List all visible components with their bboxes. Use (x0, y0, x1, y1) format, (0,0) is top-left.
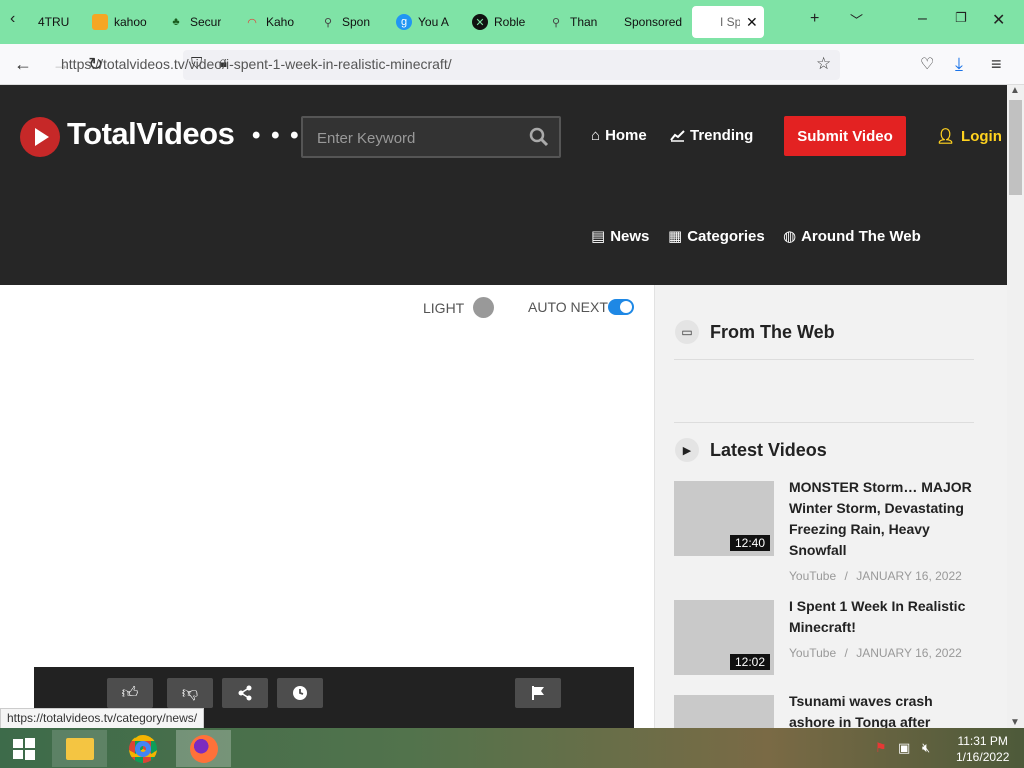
nav-news[interactable]: ▤ News (591, 227, 649, 246)
monitor-icon: ▭ (675, 320, 699, 344)
grid-icon: ▦ (668, 228, 683, 245)
video-meta: YouTube / JANUARY 16, 2022 (789, 569, 962, 583)
auto-next-label: AUTO NEXT (528, 299, 608, 315)
close-window-icon[interactable]: ✕ (992, 10, 1005, 30)
from-the-web-heading: From The Web (710, 322, 835, 342)
download-icon[interactable]: ⤓ (955, 54, 963, 75)
browser-tab[interactable]: ⚲ Spon (320, 6, 374, 38)
video-thumbnail[interactable] (674, 695, 774, 728)
xbox-icon: ✕ (472, 14, 488, 30)
nav-home[interactable]: ⌂ Home (591, 127, 647, 144)
firefox-taskbar-button[interactable] (176, 730, 231, 767)
trending-chart-icon (670, 130, 685, 142)
url-text[interactable]: https://totalvideos.tv/video/i-spent-1-w… (61, 56, 452, 72)
close-tab-icon[interactable]: ✕ (746, 14, 758, 31)
nav-categories[interactable]: ▦ Categories (668, 227, 765, 246)
browser-tab[interactable]: 4TRU (38, 6, 82, 38)
auto-next-toggle[interactable] (608, 299, 634, 315)
user-icon: 👤︎ (936, 128, 956, 145)
nav-trending[interactable]: Trending (670, 127, 753, 144)
chevron-down-icon[interactable]: ﹀ (850, 10, 863, 29)
browser-tab-active[interactable]: I Sp ✕ (692, 6, 764, 38)
restore-icon[interactable]: ❐ (955, 10, 967, 26)
browser-tab[interactable]: ♣ Secur (168, 6, 224, 38)
video-duration: 12:40 (730, 535, 771, 551)
firefox-icon (189, 734, 218, 763)
browser-tab[interactable]: kahoo (92, 6, 152, 38)
thumbs-up-icon: 👍︎ (121, 684, 139, 702)
security-icon: ♣ (172, 16, 180, 28)
kahoot-rainbow-icon: ◠ (247, 16, 257, 29)
like-button[interactable]: 👍︎ (107, 678, 153, 708)
kahoot-icon (92, 14, 108, 30)
light-toggle-label[interactable]: LIGHT (423, 300, 464, 316)
browser-tab[interactable]: ✕ Roble (472, 6, 528, 38)
more-dots-icon[interactable]: • • • (252, 122, 301, 150)
nav-around-the-web[interactable]: ◍ Around The Web (783, 227, 921, 246)
search-icon: ⚲ (323, 16, 333, 29)
divider (674, 359, 974, 360)
menu-icon[interactable]: ≡ (991, 54, 1002, 75)
latest-videos-heading: Latest Videos (710, 440, 827, 460)
play-logo-icon[interactable] (20, 117, 60, 157)
system-clock[interactable]: 11:31 PM 1/16/2022 (956, 733, 1009, 765)
pocket-icon[interactable]: ♡ (920, 54, 934, 74)
search-icon[interactable] (529, 127, 549, 147)
browser-tab-strip: ‹ 4TRU kahoo ♣ Secur ◠ Kaho ⚲ Spon g You… (0, 0, 1024, 44)
browser-nav-bar: ← → ↻ ⛉ 🔒︎ ☆ https://totalvideos.tv/vide… (0, 44, 1024, 85)
search-input[interactable] (317, 128, 517, 148)
video-player-area (0, 285, 654, 728)
browser-tab[interactable]: Sponsored (624, 6, 682, 38)
share-button[interactable] (222, 678, 268, 708)
globe-icon: ◍ (783, 228, 797, 245)
play-icon: ▶ (675, 438, 699, 462)
scroll-thumb[interactable] (1009, 100, 1022, 195)
lightbulb-icon[interactable] (473, 297, 494, 318)
flag-icon (532, 686, 544, 700)
volume-muted-icon[interactable]: 🔇︎ (922, 740, 930, 756)
windows-logo-icon (13, 737, 35, 760)
home-icon: ⌂ (591, 127, 601, 144)
chrome-taskbar-button[interactable] (115, 730, 170, 767)
divider (674, 422, 974, 423)
site-logo[interactable]: TotalVideos (67, 116, 235, 152)
browser-tab[interactable]: ◠ Kaho (244, 6, 300, 38)
share-icon (238, 685, 252, 701)
video-title-link[interactable]: MONSTER Storm… MAJOR Winter Storm, Devas… (789, 477, 979, 561)
network-icon[interactable]: ▣ (898, 740, 910, 756)
action-center-flag-icon[interactable]: ⚑ (875, 740, 887, 756)
video-title-link[interactable]: Tsunami waves crash ashore in Tonga afte… (789, 691, 979, 728)
video-duration: 12:02 (730, 654, 771, 670)
scroll-up-icon[interactable]: ▲ (1010, 85, 1020, 96)
new-tab-icon[interactable]: + (810, 10, 819, 28)
clock-icon (293, 686, 307, 700)
folder-icon (65, 737, 94, 760)
search-icon: ⚲ (551, 16, 561, 29)
tab-scroll-left-icon[interactable]: ‹ (10, 10, 15, 28)
start-button[interactable] (0, 730, 48, 767)
video-meta: YouTube / JANUARY 16, 2022 (789, 646, 962, 660)
browser-tab[interactable]: g You A (396, 6, 450, 38)
search-box (301, 116, 561, 158)
watch-later-button[interactable] (277, 678, 323, 708)
file-explorer-taskbar-button[interactable] (52, 730, 107, 767)
dislike-button[interactable]: 👎︎ (167, 678, 213, 708)
browser-tab[interactable]: ⚲ Than (548, 6, 602, 38)
scroll-down-icon[interactable]: ▼ (1010, 717, 1020, 728)
report-button[interactable] (515, 678, 561, 708)
chrome-icon (128, 734, 157, 763)
back-icon[interactable]: ← (14, 54, 32, 75)
thumbs-down-icon: 👎︎ (181, 684, 199, 702)
video-title-link[interactable]: I Spent 1 Week In Realistic Minecraft! (789, 596, 979, 638)
minimize-icon[interactable]: – (918, 10, 927, 28)
g-icon: g (396, 14, 412, 30)
status-link-preview: https://totalvideos.tv/category/news/ (0, 708, 205, 730)
bookmark-star-icon[interactable]: ☆ (816, 54, 831, 74)
site-header (0, 85, 1007, 285)
submit-video-button[interactable]: Submit Video (784, 116, 906, 156)
newspaper-icon: ▤ (591, 228, 606, 245)
login-link[interactable]: 👤︎ Login (936, 127, 1002, 146)
